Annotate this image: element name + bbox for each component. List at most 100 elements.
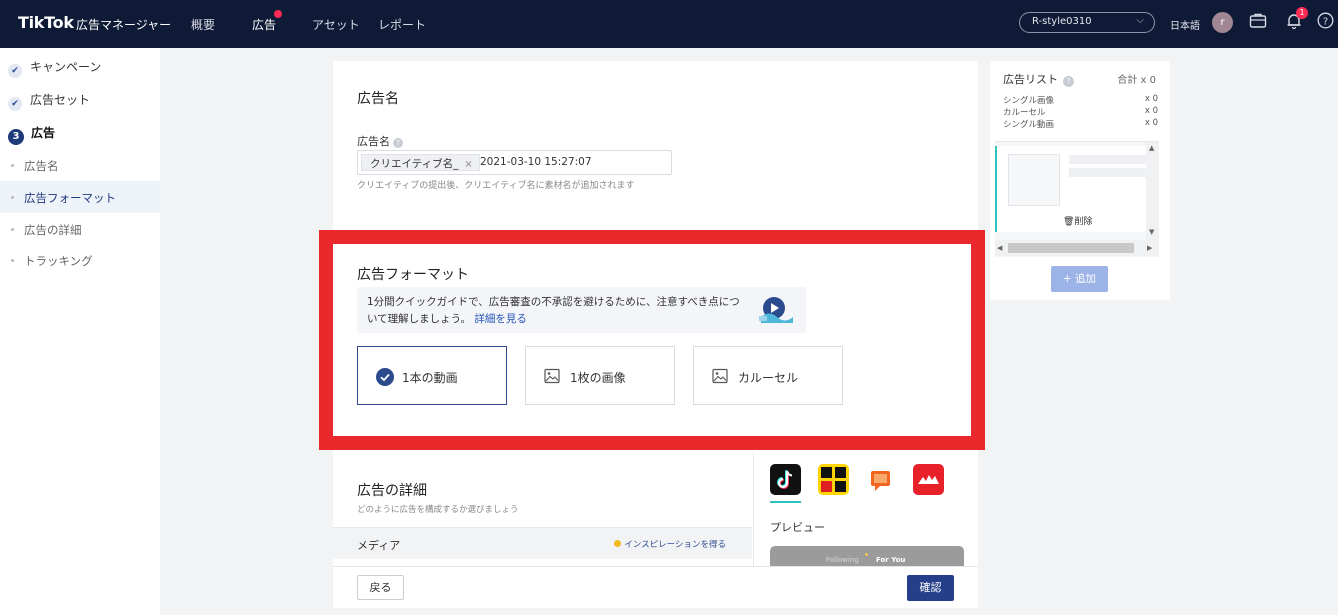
sidebar-item-label: 広告フォーマット <box>24 191 116 205</box>
ad-list-scroll-area[interactable]: 🗑削除 ▲ ▼ ◀ ▶ <box>995 141 1159 257</box>
ads-manager-title: 広告マネージャー <box>76 18 172 32</box>
briefcase-icon[interactable] <box>1249 12 1267 33</box>
format-option-single-image[interactable]: 1枚の画像 <box>525 346 675 405</box>
ad-list-item[interactable]: 🗑削除 <box>995 146 1147 232</box>
guide-learn-more-link[interactable]: 詳細を見る <box>474 313 527 325</box>
ad-list-row: シングル画像 x 0 <box>1003 94 1158 106</box>
ad-list-row: カルーセル x 0 <box>1003 106 1158 118</box>
lightbulb-icon <box>614 540 622 547</box>
bullet-dot <box>11 259 14 262</box>
check-icon: ✔ <box>8 64 22 78</box>
row-label: カルーセル <box>1003 108 1046 118</box>
help-glyph: ? <box>1323 16 1328 27</box>
bullet-dot <box>11 228 14 231</box>
language-selector[interactable]: 日本語 <box>1170 17 1200 32</box>
account-selector[interactable]: R-style0310 ⌵ <box>1019 12 1155 33</box>
scroll-left-arrow-icon[interactable]: ◀ <box>997 244 1002 252</box>
ad-list-panel: 広告リスト? 合計 x 0 シングル画像 x 0 カルーセル x 0 シングル動画 x… <box>990 61 1170 300</box>
row-label: シングル動画 <box>1003 120 1055 130</box>
image-icon <box>544 368 560 387</box>
step-adgroup[interactable]: ✔ 広告セット <box>8 91 90 111</box>
bullet-dot <box>11 196 14 199</box>
add-ad-button[interactable]: + 追加 <box>1051 266 1108 292</box>
tag-text: クリエイティブ名_ <box>370 158 459 170</box>
row-count: x 0 <box>1144 94 1158 104</box>
phone-tab-dot <box>865 553 868 556</box>
placeholder-bar <box>1069 155 1147 164</box>
form-footer: 戻る 確認 <box>333 566 978 608</box>
ad-name-hint: クリエイティブの提出後、クリエイティブ名に素材名が追加されます <box>357 181 635 191</box>
creative-name-tag[interactable]: クリエイティブ名_ × <box>361 154 480 171</box>
sidebar-item-label: 広告の詳細 <box>24 223 82 237</box>
sidebar-item-ad-format[interactable]: 広告フォーマット <box>0 181 160 213</box>
help-icon[interactable]: ? <box>1317 12 1334 32</box>
top-bar: TikTok 広告マネージャー 概要 広告 アセット レポート R-style0… <box>0 0 1338 48</box>
step-ad-label: 広告 <box>31 126 56 140</box>
format-option-carousel[interactable]: カルーセル <box>693 346 843 405</box>
buzzvideo-app-icon[interactable] <box>865 464 896 495</box>
ad-format-section-title: 広告フォーマット <box>357 267 469 283</box>
step-adgroup-label: 広告セット <box>30 93 91 107</box>
back-button[interactable]: 戻る <box>357 575 404 600</box>
scroll-right-arrow-icon[interactable]: ▶ <box>1147 244 1152 252</box>
tiktok-logo[interactable]: TikTok <box>18 13 74 32</box>
placeholder-bar <box>1069 168 1147 177</box>
vertical-scrollbar[interactable]: ▲ ▼ <box>1146 142 1159 240</box>
sidebar-item-tracking[interactable]: トラッキング <box>0 244 160 276</box>
format-option-single-video[interactable]: 1本の動画 <box>357 346 507 405</box>
ad-thumbnail <box>1008 154 1060 206</box>
quick-guide-banner: 1分間クイックガイドで、広告審査の不承認を避けるために、注意すべき点について理解… <box>357 287 806 333</box>
topbuzz-app-icon[interactable] <box>818 464 849 495</box>
preview-panel: プレビュー Following For You <box>753 453 978 571</box>
format-label: カルーセル <box>738 371 799 385</box>
guide-text: 1分間クイックガイドで、広告審査の不承認を避けるために、注意すべき点について理解… <box>367 296 740 325</box>
bullet-dot <box>11 164 14 167</box>
step-campaign-label: キャンペーン <box>30 60 102 74</box>
help-icon[interactable]: ? <box>393 138 403 148</box>
scroll-down-arrow-icon[interactable]: ▼ <box>1149 228 1154 236</box>
avatar[interactable]: r <box>1212 12 1233 33</box>
selected-app-underline <box>770 501 801 503</box>
ad-name-label-text: 広告名 <box>357 135 390 148</box>
close-icon[interactable]: × <box>464 159 472 170</box>
nav-ads-dot <box>274 10 282 18</box>
sidebar-item-ad-details[interactable]: 広告の詳細 <box>0 213 160 245</box>
preview-title: プレビュー <box>770 521 825 534</box>
ad-details-subtitle: どのように広告を構成するか選びましょう <box>357 505 519 515</box>
notification-badge: 1 <box>1296 7 1308 19</box>
format-label: 1本の動画 <box>402 371 458 385</box>
checkmark-circle-icon <box>376 368 394 389</box>
sidebar-item-ad-name[interactable]: 広告名 <box>0 149 160 181</box>
check-icon: ✔ <box>8 97 22 111</box>
horizontal-scrollbar[interactable]: ◀ ▶ <box>995 240 1159 256</box>
nav-assets[interactable]: アセット <box>312 16 360 33</box>
step-ad[interactable]: 3 広告 <box>8 124 55 145</box>
nav-overview[interactable]: 概要 <box>191 16 215 33</box>
step-campaign[interactable]: ✔ キャンペーン <box>8 58 101 78</box>
help-icon[interactable]: ? <box>1063 76 1074 87</box>
ad-list-title: 広告リスト? <box>1003 71 1074 87</box>
inspiration-link[interactable]: インスピレーションを得る <box>614 538 726 550</box>
nav-ads[interactable]: 広告 <box>252 16 276 33</box>
row-label: シングル画像 <box>1003 96 1055 106</box>
confirm-button[interactable]: 確認 <box>907 575 954 601</box>
ad-list-total: 合計 x 0 <box>1117 75 1156 86</box>
image-icon <box>712 368 728 387</box>
nav-reports[interactable]: レポート <box>378 16 426 33</box>
scroll-up-arrow-icon[interactable]: ▲ <box>1149 144 1154 152</box>
trash-icon: 🗑 <box>1063 217 1075 227</box>
ad-name-input[interactable]: クリエイティブ名_ × 2021-03-10 15:27:07 <box>357 150 672 175</box>
pangle-app-icon[interactable] <box>913 464 944 495</box>
ad-name-field-label: 広告名? <box>357 133 403 149</box>
ad-name-value: 2021-03-10 15:27:07 <box>480 156 592 168</box>
guide-illustration-icon <box>759 295 793 329</box>
chevron-down-icon: ⌵ <box>1136 15 1144 26</box>
tiktok-app-icon[interactable] <box>770 464 801 495</box>
media-label: メディア <box>357 539 401 552</box>
ad-format-highlight-box <box>319 230 985 450</box>
ad-details-section-title: 広告の詳細 <box>357 483 427 499</box>
scrollbar-thumb[interactable] <box>1008 243 1134 253</box>
ad-list-title-text: 広告リスト <box>1003 73 1058 86</box>
delete-button[interactable]: 🗑削除 <box>1063 214 1092 227</box>
row-count: x 0 <box>1144 118 1158 128</box>
